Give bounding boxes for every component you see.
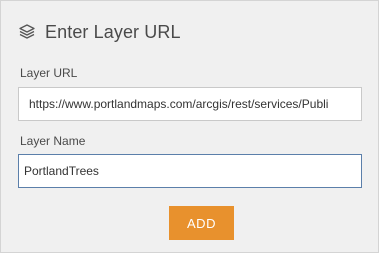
layer-name-input[interactable] bbox=[18, 154, 362, 188]
layer-url-label: Layer URL bbox=[20, 66, 78, 80]
layer-name-label: Layer Name bbox=[20, 134, 86, 148]
layer-url-input[interactable] bbox=[18, 87, 362, 121]
layers-icon bbox=[17, 22, 37, 42]
add-button[interactable]: ADD bbox=[169, 206, 234, 240]
panel-title: Enter Layer URL bbox=[45, 21, 181, 42]
enter-layer-url-panel: Enter Layer URL Layer URL Layer Name ADD bbox=[0, 0, 379, 253]
panel-header: Enter Layer URL bbox=[17, 18, 181, 46]
